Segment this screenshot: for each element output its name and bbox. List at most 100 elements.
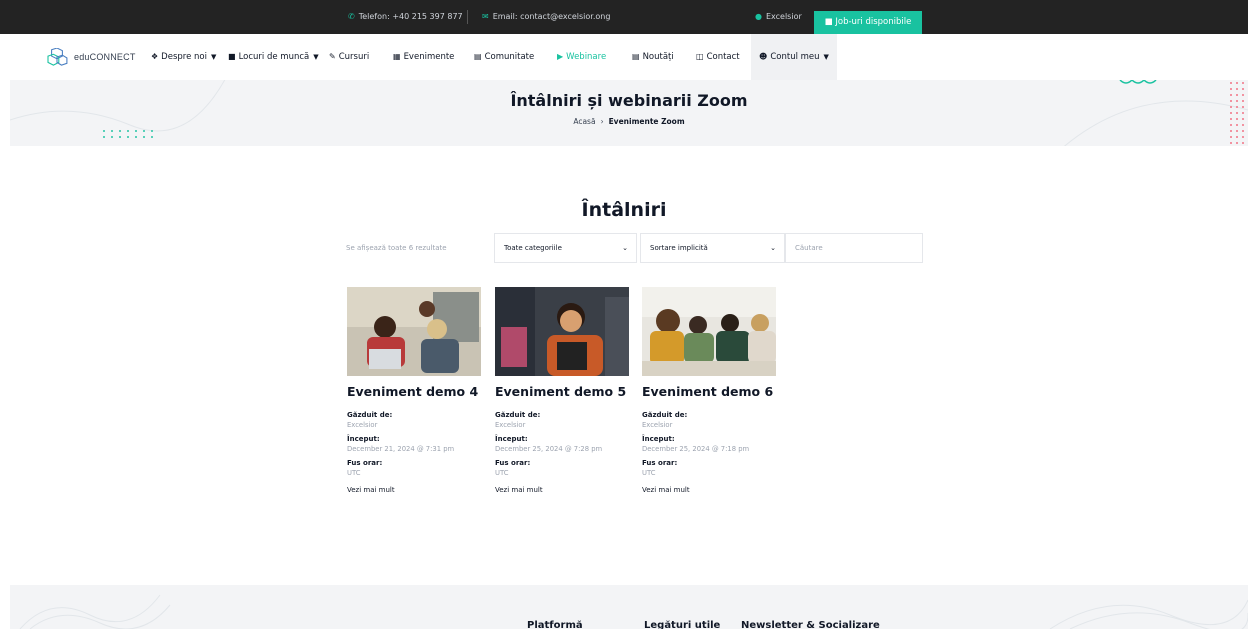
start-value: December 25, 2024 @ 7:18 pm — [642, 445, 750, 453]
user-link[interactable]: ● Excelsior — [755, 0, 802, 34]
host-value: Excelsior — [495, 421, 526, 429]
timezone-label: Fus orar: — [495, 459, 531, 467]
nav-jobs-label: Locuri de muncă — [238, 52, 310, 62]
user-text: Excelsior — [765, 12, 802, 21]
newspaper-icon: ▤ — [632, 52, 640, 61]
host-label: Găzduit de: — [347, 411, 393, 419]
event-card[interactable]: Eveniment demo 4 Găzduit de: Excelsior Î… — [347, 287, 481, 496]
nav-courses[interactable]: ✎ Cursuri — [329, 34, 369, 80]
view-more-link[interactable]: Vezi mai mult — [495, 486, 543, 494]
top-bar: ✆ Telefon: +40 215 397 877 ✉ Email: contac… — [0, 0, 1248, 34]
dots-decoration — [100, 128, 156, 142]
main-navbar: eduCONNECT ❖ Despre noi ▼ ■ Locuri de muncă… — [0, 34, 1248, 80]
nav-news-label: Noutăți — [642, 52, 674, 62]
nav-contact-label: Contact — [706, 52, 740, 62]
chevron-down-icon: ⌄ — [622, 244, 628, 252]
email-text: Email: contact@excelsior.ong — [492, 12, 611, 21]
timezone-value: UTC — [642, 469, 656, 477]
chevron-down-icon: ⌄ — [770, 244, 776, 252]
mail-icon: ✉ — [482, 12, 489, 21]
footer-heading-newsletter: Newsletter & Socializare — [741, 620, 880, 629]
nav-events[interactable]: ▦ Evenimente — [393, 34, 454, 80]
briefcase-icon: ■ — [228, 52, 236, 61]
event-title[interactable]: Eveniment demo 4 — [347, 384, 481, 399]
event-image[interactable] — [642, 287, 776, 376]
nav-jobs[interactable]: ■ Locuri de muncă ▼ — [228, 34, 319, 80]
video-icon: ▶ — [557, 52, 564, 61]
page-title: Întâlniri și webinarii Zoom — [510, 91, 748, 110]
nav-about-label: Despre noi — [161, 52, 207, 62]
nav-account-label: Contul meu — [770, 52, 820, 62]
start-value: December 25, 2024 @ 7:28 pm — [495, 445, 603, 453]
chat-icon: ✎ — [329, 52, 336, 61]
view-more-link[interactable]: Vezi mai mult — [642, 486, 690, 494]
timezone-label: Fus orar: — [347, 459, 383, 467]
view-more-link[interactable]: Vezi mai mult — [347, 486, 395, 494]
phone-icon: ✆ — [348, 12, 355, 21]
start-label: Început: — [642, 435, 675, 443]
sort-select-value: Sortare implicită — [650, 244, 708, 252]
page-header-banner: Întâlniri și webinarii Zoom Acasă › Evenim… — [10, 80, 1248, 146]
decorative-lines — [10, 80, 1248, 146]
start-value: December 21, 2024 @ 7:31 pm — [347, 445, 455, 453]
event-image[interactable] — [495, 287, 629, 376]
category-select[interactable]: Toate categoriile ⌄ — [494, 233, 637, 263]
user-cog-icon: ☻ — [759, 52, 768, 61]
footer: Platformă Legături utile Newsletter & So… — [10, 585, 1248, 629]
event-title[interactable]: Eveniment demo 5 — [495, 384, 629, 399]
event-card[interactable]: Eveniment demo 5 Găzduit de: Excelsior Î… — [495, 287, 629, 496]
briefcase-icon: ■ — [824, 17, 833, 27]
chevron-down-icon: ▼ — [823, 53, 829, 61]
breadcrumb-separator: › — [600, 117, 604, 126]
decorative-lines — [19, 594, 1248, 629]
start-label: Început: — [495, 435, 528, 443]
nav-events-label: Evenimente — [403, 52, 455, 62]
nav-account[interactable]: ☻ Contul meu ▼ — [751, 34, 837, 80]
info-icon: ❖ — [151, 52, 159, 61]
calendar-icon: ▦ — [393, 52, 401, 61]
footer-heading-links: Legături utile — [644, 620, 721, 629]
start-label: Început: — [347, 435, 380, 443]
logo-icon — [47, 48, 68, 66]
jobs-button-label: Job-uri disponibile — [835, 17, 912, 27]
host-value: Excelsior — [347, 421, 378, 429]
timezone-label: Fus orar: — [642, 459, 678, 467]
timezone-value: UTC — [495, 469, 509, 477]
phone-link[interactable]: ✆ Telefon: +40 215 397 877 — [348, 0, 463, 34]
nav-community-label: Comunitate — [484, 52, 535, 62]
nav-webinars-label: Webinare — [566, 52, 607, 62]
brand-logo[interactable]: eduCONNECT — [46, 48, 136, 66]
host-label: Găzduit de: — [642, 411, 688, 419]
host-value: Excelsior — [642, 421, 673, 429]
brand-name: eduCONNECT — [74, 52, 136, 62]
dots-decoration — [1228, 80, 1248, 146]
email-link[interactable]: ✉ Email: contact@excelsior.ong — [482, 0, 610, 34]
host-label: Găzduit de: — [495, 411, 541, 419]
jobs-button[interactable]: ■ Job-uri disponibile — [814, 11, 922, 34]
section-title: Întâlniri — [581, 199, 667, 221]
search-input[interactable]: Căutare — [785, 233, 923, 263]
sort-select[interactable]: Sortare implicită ⌄ — [640, 233, 785, 263]
chevron-down-icon: ▼ — [210, 53, 217, 61]
user-icon: ● — [755, 12, 762, 21]
timezone-value: UTC — [347, 469, 361, 477]
nav-webinars[interactable]: ▶ Webinare — [557, 34, 606, 80]
event-title[interactable]: Eveniment demo 6 — [642, 384, 776, 399]
nav-community[interactable]: ▤ Comunitate — [474, 34, 534, 80]
results-count: Se afișează toate 6 rezultate — [346, 244, 447, 252]
community-icon: ▤ — [474, 52, 482, 61]
event-card[interactable]: Eveniment demo 6 Găzduit de: Excelsior Î… — [642, 287, 776, 496]
contact-icon: ◫ — [696, 52, 704, 61]
event-image[interactable] — [347, 287, 481, 376]
footer-heading-platform: Platformă — [527, 620, 583, 629]
phone-text: Telefon: +40 215 397 877 — [358, 12, 463, 21]
nav-courses-label: Cursuri — [338, 52, 370, 62]
chevron-down-icon: ▼ — [313, 53, 319, 61]
breadcrumb: Acasă › Evenimente Zoom — [10, 117, 1248, 126]
nav-contact[interactable]: ◫ Contact — [696, 34, 740, 80]
nav-news[interactable]: ▤ Noutăți — [632, 34, 674, 80]
category-select-value: Toate categoriile — [504, 244, 562, 252]
nav-about[interactable]: ❖ Despre noi ▼ — [151, 34, 216, 80]
topbar-divider — [467, 10, 468, 24]
breadcrumb-home[interactable]: Acasă — [573, 117, 595, 126]
